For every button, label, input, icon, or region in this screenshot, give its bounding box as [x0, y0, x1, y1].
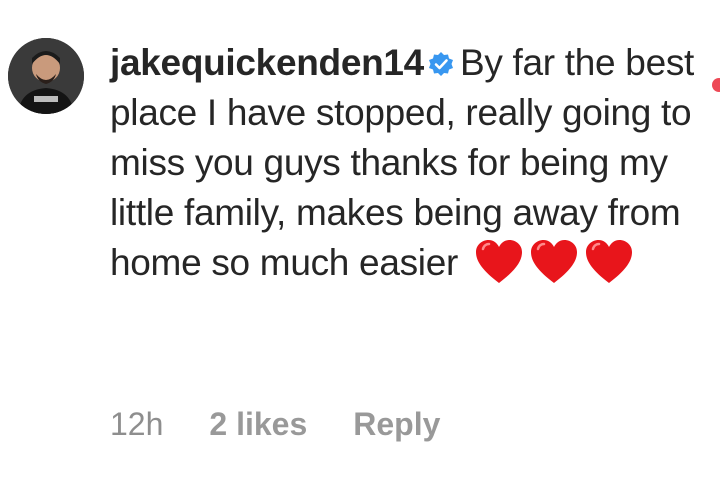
comment-timestamp: 12h [110, 406, 164, 442]
profile-photo [8, 38, 84, 114]
comment-item: jakequickenden14 By far the best place I… [0, 0, 720, 480]
reply-button[interactable]: Reply [353, 404, 440, 444]
heart-icon [474, 239, 524, 285]
verified-badge-icon [428, 51, 454, 77]
comment-meta: 12h 2 likes Reply [110, 404, 440, 444]
like-heart-icon[interactable] [712, 78, 720, 92]
heart-icon [529, 239, 579, 285]
comment-body: jakequickenden14 By far the best place I… [110, 38, 700, 298]
heart-icon [584, 239, 634, 285]
emoji-group [474, 239, 639, 298]
likes-count[interactable]: 2 likes [209, 404, 307, 444]
avatar[interactable] [8, 38, 84, 114]
comment-username[interactable]: jakequickenden14 [110, 42, 424, 83]
